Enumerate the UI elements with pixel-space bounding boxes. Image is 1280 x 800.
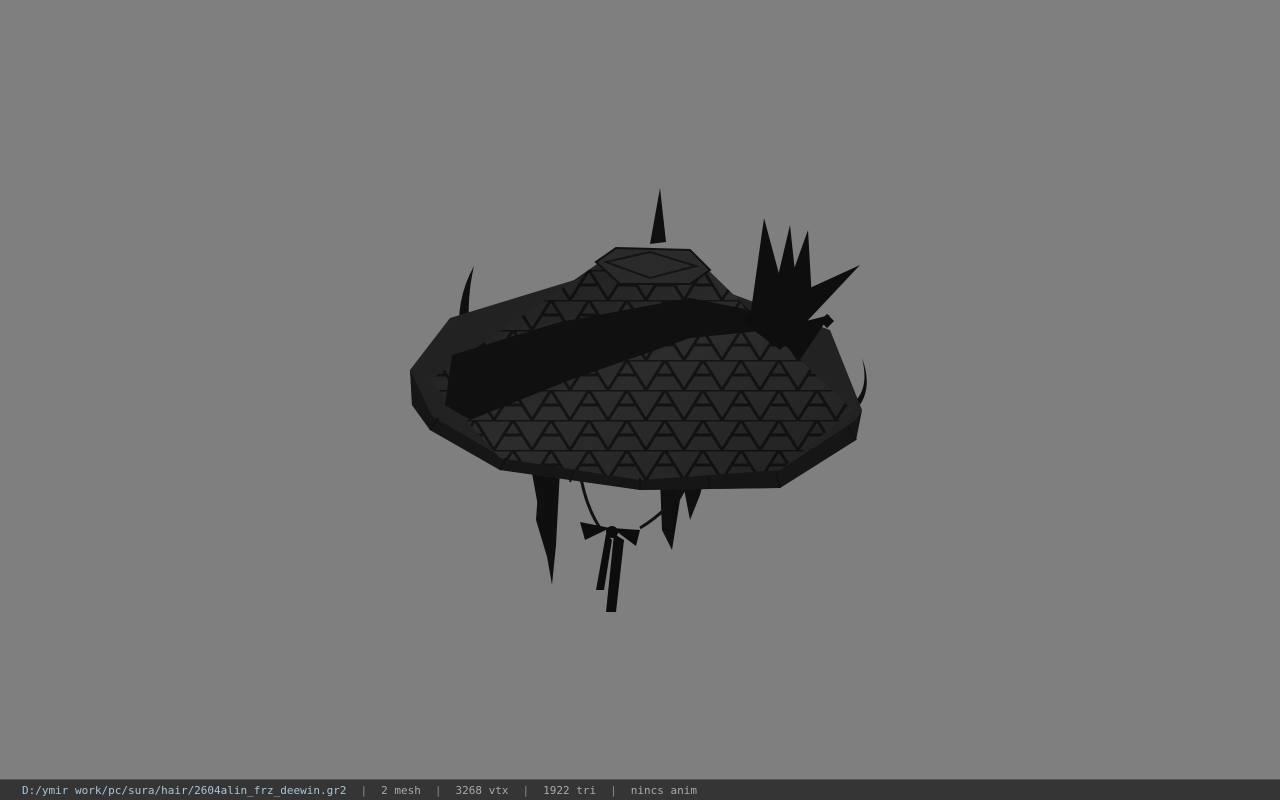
animation-status: nincs anim (630, 783, 697, 797)
vertex-count: 3268 vtx (455, 783, 509, 797)
status-bar: D:/ymir work/pc/sura/hair/2604alin_frz_d… (0, 779, 1280, 800)
mesh-count: 2 mesh (381, 783, 421, 797)
ribbon-bow (580, 522, 640, 612)
model-viewport[interactable] (0, 0, 1280, 779)
triangle-count: 1922 tri (543, 783, 597, 797)
separator: | (360, 783, 368, 797)
separator: | (522, 783, 530, 797)
separator: | (434, 783, 442, 797)
file-path: D:/ymir work/pc/sura/hair/2604alin_frz_d… (22, 783, 347, 797)
top-spike (650, 188, 666, 244)
separator: | (610, 783, 617, 797)
hat-model (410, 188, 867, 612)
